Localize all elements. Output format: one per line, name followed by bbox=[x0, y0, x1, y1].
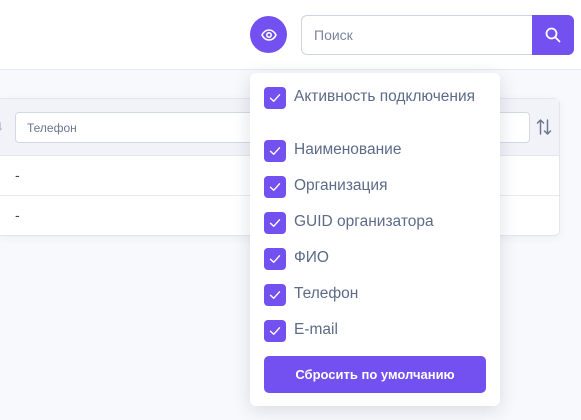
checkmark-icon bbox=[269, 183, 281, 191]
search-input[interactable] bbox=[301, 15, 534, 55]
sort-arrows-icon[interactable] bbox=[536, 118, 552, 136]
checkmark-icon bbox=[269, 327, 281, 335]
column-sort-arrow-icon[interactable]: ↓ bbox=[0, 117, 4, 133]
column-option-guid[interactable]: GUID организатора bbox=[264, 212, 484, 234]
checkbox-checked[interactable] bbox=[264, 140, 286, 162]
column-option-label: E-mail bbox=[294, 321, 338, 338]
table-cell: - bbox=[15, 207, 20, 223]
checkbox-checked[interactable] bbox=[264, 248, 286, 270]
column-option-organization[interactable]: Организация bbox=[264, 176, 484, 198]
eye-icon bbox=[260, 28, 277, 41]
checkmark-icon bbox=[269, 255, 281, 263]
column-option-label: Телефон bbox=[294, 285, 359, 302]
checkbox-checked[interactable] bbox=[264, 212, 286, 234]
checkbox-checked[interactable] bbox=[264, 320, 286, 342]
column-option-label: ФИО bbox=[294, 249, 329, 266]
checkmark-icon bbox=[269, 94, 281, 102]
checkmark-icon bbox=[269, 219, 281, 227]
table-cell: - bbox=[15, 167, 20, 183]
checkbox-checked[interactable] bbox=[264, 176, 286, 198]
checkbox-checked[interactable] bbox=[264, 87, 286, 109]
checkmark-icon bbox=[269, 291, 281, 299]
column-visibility-button[interactable] bbox=[250, 16, 287, 53]
column-option-label: Наименование bbox=[294, 141, 402, 158]
search-button[interactable] bbox=[532, 15, 574, 55]
column-option-email[interactable]: E-mail bbox=[264, 320, 484, 342]
reset-default-button[interactable]: Сбросить по умолчанию bbox=[264, 356, 486, 393]
column-option-label: Активность подключения bbox=[294, 88, 476, 105]
column-option-fullname[interactable]: ФИО bbox=[264, 248, 484, 270]
column-option-activity[interactable]: Активность подключения bbox=[264, 87, 484, 109]
checkmark-icon bbox=[269, 147, 281, 155]
column-option-label: GUID организатора bbox=[294, 213, 434, 230]
search-icon bbox=[545, 27, 561, 43]
checkbox-checked[interactable] bbox=[264, 284, 286, 306]
column-option-label: Организация bbox=[294, 177, 388, 194]
column-visibility-menu: Активность подключения Наименование Орга… bbox=[250, 73, 500, 406]
column-option-name[interactable]: Наименование bbox=[264, 140, 484, 162]
top-bar bbox=[0, 0, 581, 70]
column-option-phone[interactable]: Телефон bbox=[264, 284, 484, 306]
